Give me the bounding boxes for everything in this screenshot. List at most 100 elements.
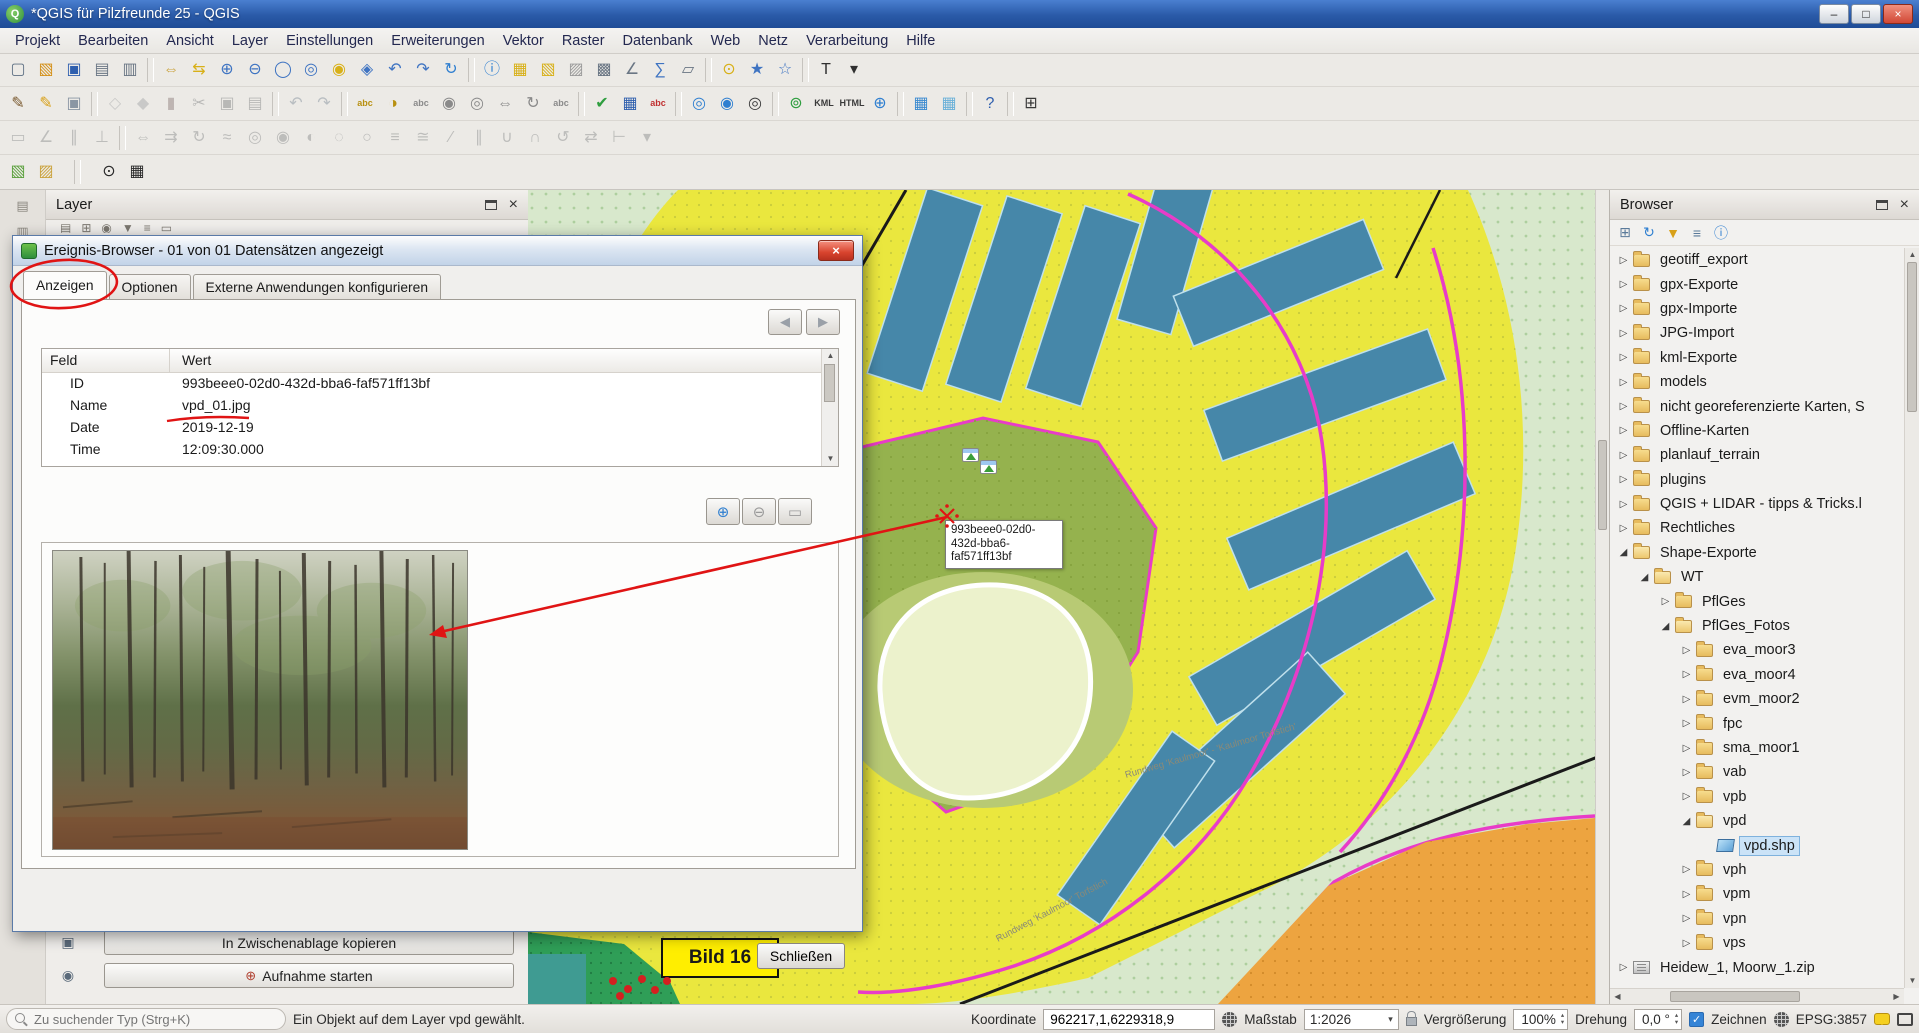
browser-tree-item[interactable]: vpd.shp: [1610, 833, 1904, 857]
add-part-tool[interactable]: ◉: [270, 125, 296, 151]
labeling-single-tool[interactable]: abc: [408, 91, 434, 117]
browser-tree-item[interactable]: vpn: [1610, 907, 1904, 931]
menu-item[interactable]: Erweiterungen: [382, 30, 494, 52]
tree-expander-icon[interactable]: [1679, 718, 1694, 729]
open-project-tool[interactable]: ▧: [33, 57, 59, 83]
spin-up-icon[interactable]: ▴: [1561, 1012, 1564, 1019]
dock-toggle-icon[interactable]: ▤: [16, 198, 28, 214]
browser-tree-item[interactable]: nicht georeferenzierte Karten, S: [1610, 394, 1904, 418]
merge-features-tool[interactable]: ∪: [494, 125, 520, 151]
browser-tree-item[interactable]: Offline-Karten: [1610, 419, 1904, 443]
crs-status[interactable]: EPSG:3857: [1796, 1012, 1867, 1027]
statistical-summary-tool[interactable]: ∑: [647, 57, 673, 83]
evis-event-id-tool[interactable]: ⊙: [96, 159, 122, 185]
browser-tree-item[interactable]: evm_moor2: [1610, 687, 1904, 711]
tree-expander-icon[interactable]: [1616, 523, 1631, 534]
tree-expander-icon[interactable]: [1616, 255, 1631, 266]
scroll-left-icon[interactable]: ◀: [1610, 989, 1625, 1005]
next-record-button[interactable]: ▶: [806, 309, 840, 335]
photo-marker-icon[interactable]: [962, 448, 979, 462]
photo-zoom-in-button[interactable]: ⊕: [706, 498, 740, 525]
layer-panel-header[interactable]: Layer ×: [46, 190, 528, 220]
tree-expander-icon[interactable]: [1679, 913, 1694, 924]
filter-browser-icon[interactable]: ▼: [1662, 222, 1684, 244]
plugin-grass-tool[interactable]: ▧: [5, 159, 31, 185]
menu-item[interactable]: Netz: [749, 30, 797, 52]
column-header-wert[interactable]: Wert: [170, 349, 838, 372]
properties-widget-icon[interactable]: ⓘ: [1710, 222, 1732, 244]
browser-tree-item[interactable]: PflGes_Fotos: [1610, 614, 1904, 638]
split-parts-tool[interactable]: ∥: [466, 125, 492, 151]
column-header-feld[interactable]: Feld: [42, 349, 170, 372]
tree-expander-icon[interactable]: [1616, 425, 1631, 436]
browser-tree-item[interactable]: vab: [1610, 760, 1904, 784]
spin-down-icon[interactable]: ▾: [1675, 1019, 1678, 1026]
split-features-tool[interactable]: ∕: [438, 125, 464, 151]
kml-export-tool[interactable]: KML: [811, 91, 837, 117]
pin-labels-tool[interactable]: ◉: [436, 91, 462, 117]
tree-expander-icon[interactable]: [1616, 962, 1631, 973]
coordinate-input[interactable]: [1043, 1009, 1215, 1030]
scrollbar-thumb[interactable]: [1670, 991, 1800, 1002]
add-favorite-directory-icon[interactable]: ⊞: [1614, 222, 1636, 244]
browser-panel-header[interactable]: Browser ×: [1610, 190, 1919, 220]
tree-expander-icon[interactable]: [1679, 816, 1694, 827]
spin-down-icon[interactable]: ▾: [1561, 1019, 1564, 1026]
globe-settings-tool[interactable]: ◎: [742, 91, 768, 117]
pan-map-tool[interactable]: ⇔: [158, 57, 184, 83]
rotate-feature-tool[interactable]: ↻: [186, 125, 212, 151]
tree-expander-icon[interactable]: [1637, 572, 1652, 583]
menu-item[interactable]: Layer: [223, 30, 277, 52]
add-group-icon[interactable]: ⊞: [81, 222, 91, 231]
search-input[interactable]: [34, 1012, 277, 1027]
browser-tree-item[interactable]: Heidew_1, Moorw_1.zip: [1610, 955, 1904, 979]
layer-labeling-tool[interactable]: abc: [352, 91, 378, 117]
open-attribute-table-tool[interactable]: ▩: [591, 57, 617, 83]
dialog-close-button[interactable]: ×: [818, 240, 854, 261]
remove-layer-icon[interactable]: ▭: [161, 222, 172, 231]
expand-all-icon[interactable]: ≡: [144, 222, 151, 231]
dialog-tab[interactable]: Anzeigen: [23, 271, 107, 299]
web-globe-tool[interactable]: ◎: [686, 91, 712, 117]
close-panel-icon[interactable]: ×: [509, 197, 518, 213]
tree-expander-icon[interactable]: [1616, 401, 1631, 412]
menu-item[interactable]: Hilfe: [897, 30, 944, 52]
delete-part-tool[interactable]: ○: [354, 125, 380, 151]
zoom-in-tool[interactable]: ⊕: [214, 57, 240, 83]
delete-selected-tool[interactable]: ▮: [158, 91, 184, 117]
pan-to-selection-tool[interactable]: ⇆: [186, 57, 212, 83]
style-check-tool[interactable]: ✔: [589, 91, 615, 117]
locator-search[interactable]: [6, 1008, 286, 1030]
dock-float-icon[interactable]: [1876, 200, 1888, 210]
open-layer-styling-icon[interactable]: ▤: [60, 222, 71, 231]
close-button[interactable]: ×: [1883, 4, 1913, 24]
select-by-expression-tool[interactable]: ▧: [535, 57, 561, 83]
highlight-labels-tool[interactable]: ◎: [464, 91, 490, 117]
tree-expander-icon[interactable]: [1616, 474, 1631, 485]
tree-expander-icon[interactable]: [1679, 767, 1694, 778]
parallel-constraint-tool[interactable]: ∥: [61, 125, 87, 151]
browser-tree-item[interactable]: kml-Exporte: [1610, 346, 1904, 370]
redo-tool[interactable]: ↷: [311, 91, 337, 117]
raster-tools-tool[interactable]: ▦: [617, 91, 643, 117]
save-layer-edits-tool[interactable]: ▣: [61, 91, 87, 117]
photo-marker-icon[interactable]: [980, 460, 997, 474]
browser-tree-item[interactable]: gpx-Exporte: [1610, 272, 1904, 296]
lock-scale-icon[interactable]: [1406, 1017, 1417, 1026]
whats-this-tool[interactable]: ⊞: [1018, 91, 1044, 117]
browser-tree-item[interactable]: plugins: [1610, 468, 1904, 492]
evis-event-browser-tool[interactable]: ▦: [124, 159, 150, 185]
fill-ring-tool[interactable]: ◐: [298, 125, 324, 151]
refresh-map-tool[interactable]: ↻: [438, 57, 464, 83]
menu-item[interactable]: Bearbeiten: [69, 30, 157, 52]
browser-tree-item[interactable]: vph: [1610, 858, 1904, 882]
tree-expander-icon[interactable]: [1616, 377, 1631, 388]
layer-diagram-tool[interactable]: ◑: [380, 91, 406, 117]
plugin-profile-tool[interactable]: ▨: [33, 159, 59, 185]
tree-expander-icon[interactable]: [1616, 547, 1631, 558]
rotation-spinbox[interactable]: 0,0 ° ▴▾: [1634, 1009, 1682, 1030]
tree-expander-icon[interactable]: [1679, 645, 1694, 656]
paste-features-tool[interactable]: ▤: [242, 91, 268, 117]
browser-tree-item[interactable]: vpb: [1610, 785, 1904, 809]
browser-tree-item[interactable]: vpm: [1610, 882, 1904, 906]
